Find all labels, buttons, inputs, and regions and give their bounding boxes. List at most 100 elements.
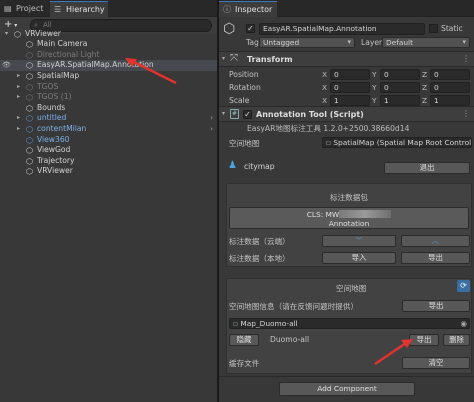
transform-z-field[interactable]: 1 <box>430 95 470 106</box>
annotation-arrow-hierarchy <box>125 58 177 85</box>
logout-button[interactable]: 退出 <box>384 162 470 174</box>
script-icon: # <box>230 109 239 119</box>
transform-icon: ⤧ <box>230 53 238 64</box>
hierarchy-item[interactable]: ⬡ View360 <box>0 135 217 146</box>
chevron-right-icon[interactable]: › <box>210 113 213 124</box>
transform-title: Transform <box>247 55 293 64</box>
spatial-map-object-field[interactable]: ▫ SpatialMap (Spatial Map Root Controlle <box>322 137 472 148</box>
more-icon[interactable]: ⋮ <box>462 109 470 118</box>
annotation-package-title: 标注数据包 <box>330 193 368 202</box>
map-name: Duomo-all <box>270 335 310 344</box>
hierarchy-item[interactable]: ▸ ⬡ untitled › <box>0 113 217 124</box>
hierarchy-item-label: untitled <box>37 113 67 123</box>
hierarchy-item[interactable]: ⬡ Bounds <box>0 103 217 114</box>
chevron-right-icon[interactable]: ▸ <box>17 82 20 93</box>
visibility-icon[interactable]: 👁 <box>2 60 11 71</box>
transform-y-field[interactable]: 0 <box>380 82 420 93</box>
axis-label: X <box>322 83 328 92</box>
static-label: Static <box>441 24 463 33</box>
transform-row-label: Scale <box>229 96 250 105</box>
chevron-down-icon: ▾ <box>222 110 226 117</box>
hierarchy-item[interactable]: ▸ ⬡ TGOS <box>0 82 217 93</box>
gameobject-icon: ⬡ <box>26 156 33 166</box>
inspector-tabbar: ⓘ Inspector <box>219 0 474 17</box>
hierarchy-item[interactable]: ▾ ⬡ VRViewer <box>0 29 217 40</box>
hierarchy-item[interactable]: ⬡ ViewGod <box>0 145 217 156</box>
script-header[interactable]: ▾ # ✓ Annotation Tool (Script) ⋮ <box>219 106 474 122</box>
tab-project[interactable]: ▤ Project <box>0 1 50 17</box>
hierarchy-item-label: View360 <box>37 134 70 144</box>
chevron-right-icon[interactable]: ▸ <box>17 92 20 103</box>
user-name: citymap <box>244 162 275 171</box>
list-icon: ☰ <box>54 5 62 14</box>
map-delete-button[interactable]: 删除 <box>443 334 470 346</box>
gameobject-icon: ⬡ <box>26 50 33 60</box>
script-enabled-checkbox[interactable]: ✓ <box>243 110 252 119</box>
transform-z-field[interactable]: 0 <box>430 69 470 80</box>
cloud-download-button[interactable]: ﹀ <box>322 235 396 247</box>
hierarchy-item-label: TGOS <box>37 81 59 91</box>
cloud-annotation-label: 标注数据（云端） <box>229 237 290 246</box>
info-icon: ⓘ <box>223 5 231 14</box>
tab-inspector[interactable]: ⓘ Inspector <box>219 1 277 17</box>
hierarchy-item[interactable]: ⬡ Trajectory <box>0 156 217 167</box>
transform-row-label: Position <box>229 70 259 79</box>
map-info-export-button[interactable]: 导出 <box>402 300 470 312</box>
hierarchy-item-label: VRViewer <box>37 166 73 176</box>
static-checkbox[interactable] <box>429 24 438 33</box>
gameobject-icon: ⬡ <box>26 114 33 124</box>
axis-label: X <box>322 70 328 79</box>
axis-label: Y <box>372 83 377 92</box>
transform-x-field[interactable]: 0 <box>330 82 370 93</box>
transform-header[interactable]: ▾ ⤧ Transform ⋮ <box>219 51 474 67</box>
hierarchy-item-label: contentMilan <box>37 123 87 133</box>
transform-z-field[interactable]: 0 <box>430 82 470 93</box>
axis-label: Z <box>422 96 428 105</box>
cache-label: 缓存文件 <box>229 359 260 368</box>
left-tabbar: ▤ Project ☰ Hierarchy <box>0 0 217 17</box>
hierarchy-item[interactable]: ▸ ⬡ contentMilan › <box>0 124 217 135</box>
tab-hierarchy[interactable]: ☰ Hierarchy <box>50 1 108 17</box>
chevron-right-icon[interactable]: ▸ <box>17 124 20 135</box>
annotation-arrow-export <box>374 339 413 365</box>
axis-label: Z <box>422 70 428 79</box>
gameobject-icon: ⬡ <box>26 167 33 177</box>
target-icon[interactable]: ◉ <box>461 319 467 328</box>
cls-annotation-button[interactable]: CLS: MW Annotation <box>229 207 469 229</box>
chevron-right-icon[interactable]: › <box>210 124 213 135</box>
transform-x-field[interactable]: 0 <box>330 69 370 80</box>
chevron-down-icon[interactable]: ▾ <box>5 29 8 40</box>
transform-x-field[interactable]: 1 <box>330 95 370 106</box>
chevron-right-icon[interactable]: ▸ <box>17 113 20 124</box>
hide-button[interactable]: 隐藏 <box>229 334 259 346</box>
chevron-right-icon[interactable]: ▸ <box>17 71 20 82</box>
chevron-up-icon: ︿ <box>431 236 440 245</box>
tag-dropdown[interactable]: Untagged <box>259 37 355 48</box>
local-import-button[interactable]: 导入 <box>322 252 396 264</box>
map-object-field[interactable]: ▫ Map_Duomo-all ◉ <box>229 318 470 329</box>
map-info-label: 空间地图信息（请在反馈问题时提供） <box>229 302 359 311</box>
local-export-button[interactable]: 导出 <box>401 252 470 264</box>
axis-label: Y <box>372 96 377 105</box>
object-name-field[interactable]: EasyAR.SpatialMap.Annotation <box>259 23 425 35</box>
separator <box>219 376 474 377</box>
more-icon[interactable]: ⋮ <box>462 54 470 63</box>
hierarchy-item[interactable]: ⬡ Directional Light <box>0 50 217 61</box>
hierarchy-item[interactable]: 👁 ⬡ EasyAR.SpatialMap.Annotation <box>0 60 217 71</box>
hierarchy-item[interactable]: ▸ ⬡ TGOS (1) <box>0 92 217 103</box>
hierarchy-item-label: Main Camera <box>37 39 88 49</box>
layer-dropdown[interactable]: Default <box>382 37 470 48</box>
refresh-icon[interactable]: ⟳ <box>457 280 470 292</box>
transform-y-field[interactable]: 0 <box>380 69 420 80</box>
hierarchy-item[interactable]: ⬡ Main Camera <box>0 39 217 50</box>
hierarchy-item-label: TGOS (1) <box>37 92 72 102</box>
cloud-upload-button[interactable]: ︿ <box>401 235 470 247</box>
hierarchy-item[interactable]: ⬡ VRViewer <box>0 166 217 177</box>
active-checkbox[interactable]: ✓ <box>246 24 255 33</box>
add-component-button[interactable]: Add Component <box>279 382 415 396</box>
spatial-map-section-title: 空间地图 <box>336 284 367 293</box>
gameobject-icon: ⬡ <box>26 146 33 156</box>
transform-y-field[interactable]: 1 <box>380 95 420 106</box>
hierarchy-item[interactable]: ▸ ⬡ SpatialMap <box>0 71 217 82</box>
inspector-panel: ⓘ Inspector ⬡ ✓ EasyAR.SpatialMap.Annota… <box>219 0 474 402</box>
